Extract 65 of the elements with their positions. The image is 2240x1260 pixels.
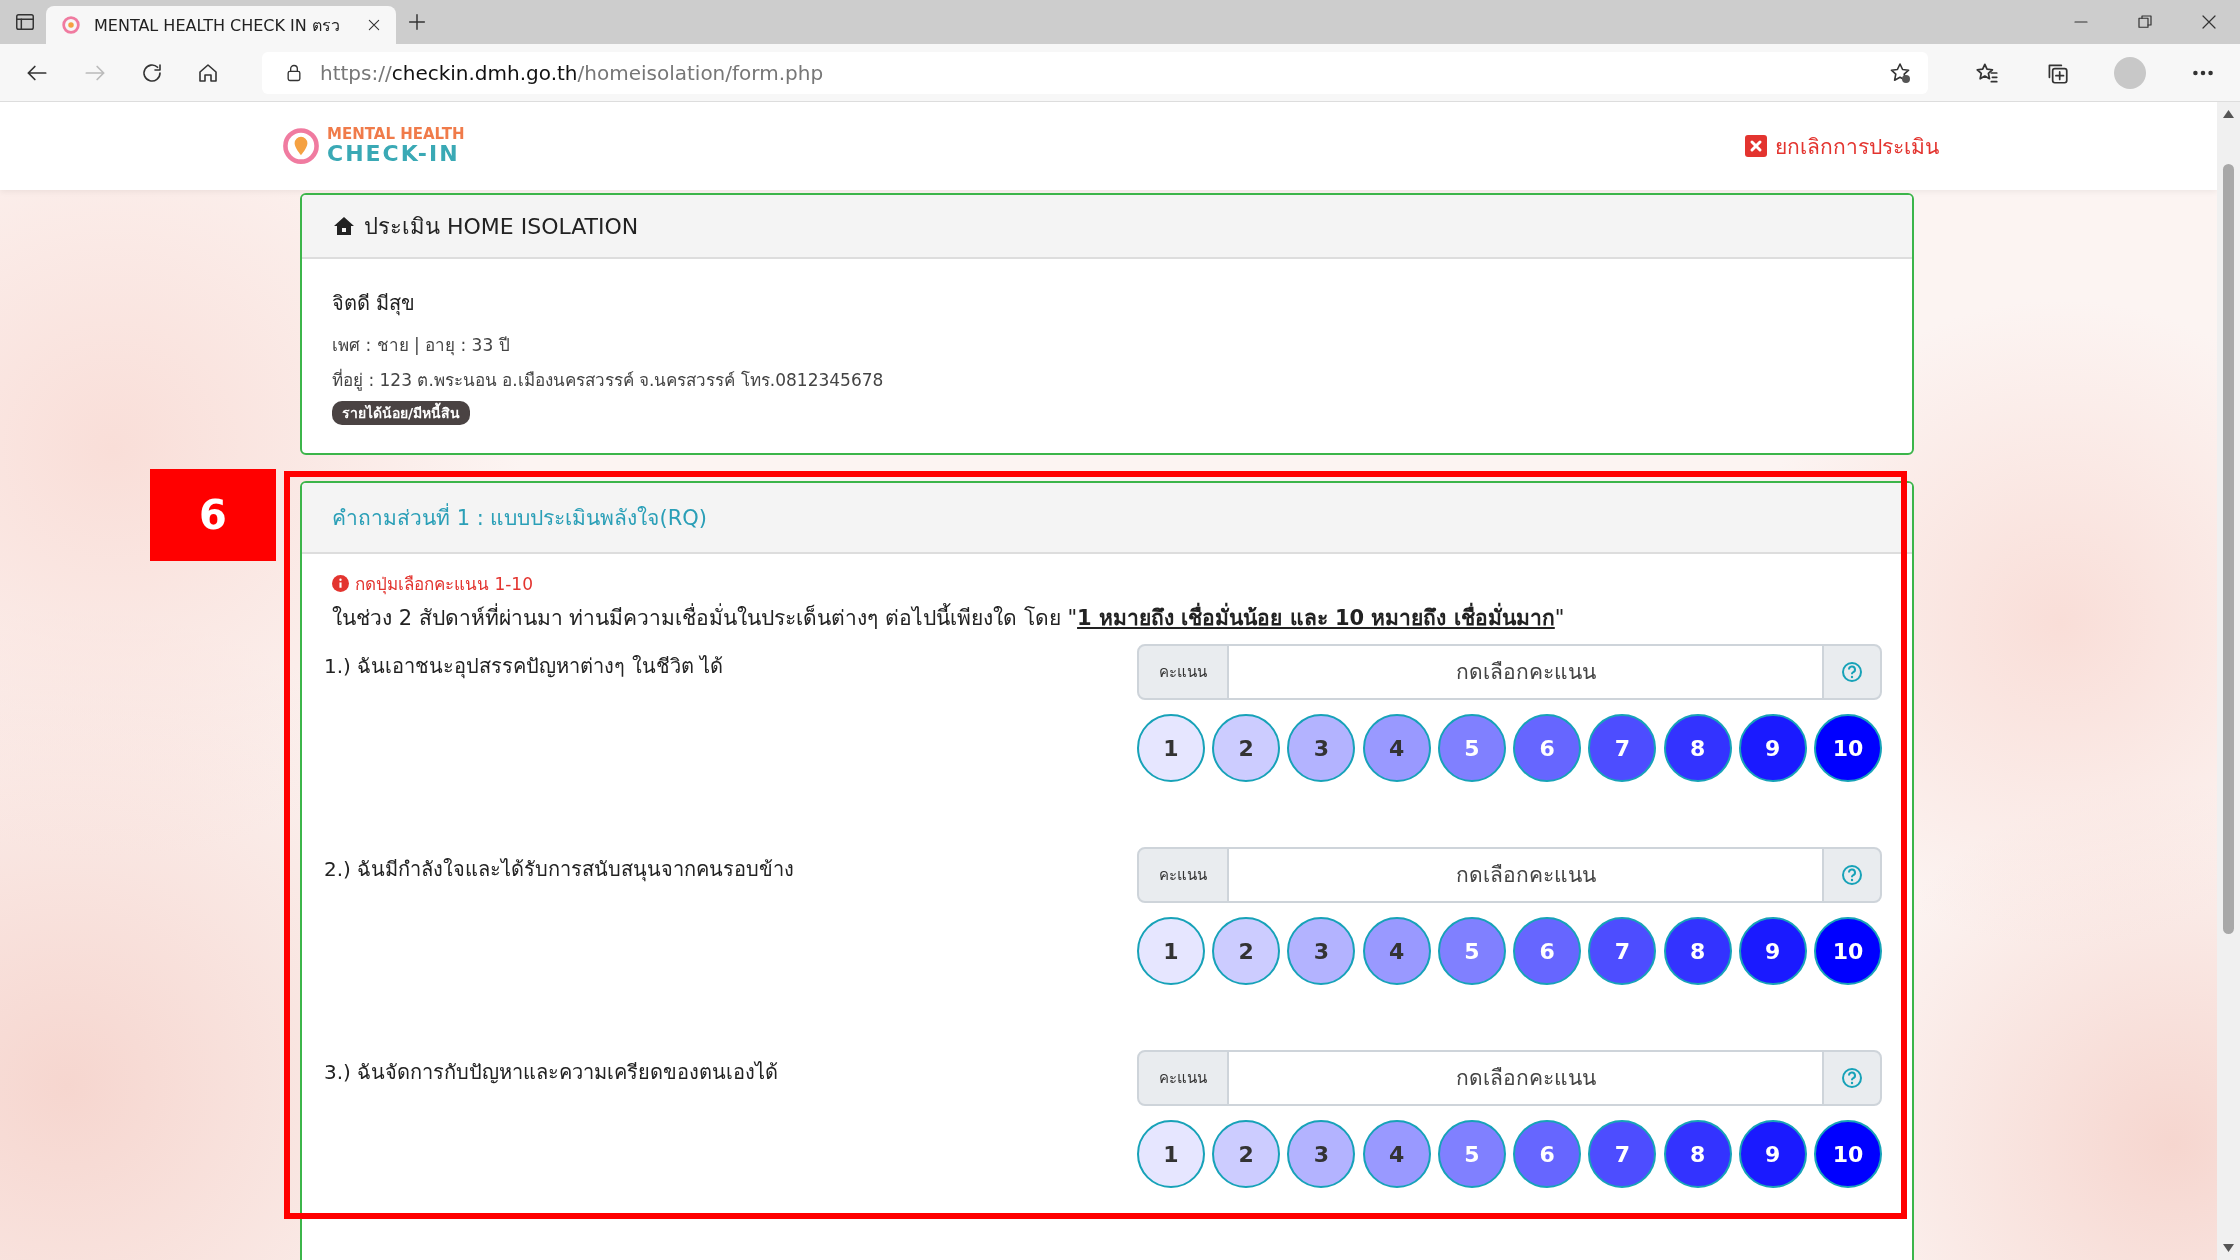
close-icon[interactable] — [2200, 13, 2218, 31]
patient-address: ที่อยู่ : 123 ต.พระนอน อ.เมืองนครสวรรค์ จ.นครสวรรค์ โทร.0812345678 — [332, 367, 885, 393]
score-option[interactable]: 6 — [1513, 917, 1582, 985]
help-icon[interactable] — [1841, 661, 1863, 683]
house-icon — [332, 214, 356, 238]
patient-details: เพศ : ชาย | อายุ : 33 ปี — [332, 334, 511, 358]
scroll-up-icon[interactable] — [2223, 110, 2234, 118]
patient-name: จิตดี มีสุข — [332, 290, 417, 318]
score-option[interactable]: 8 — [1663, 1120, 1732, 1188]
score-option[interactable]: 2 — [1212, 714, 1281, 782]
question-text: 3.) ฉันจัดการกับปัญหาและความเครียดของตนเองได้ — [324, 1059, 779, 1086]
status-tag: รายได้น้อย/มีหนี้สิน — [332, 401, 471, 425]
browser-tab[interactable]: MENTAL HEALTH CHECK IN ตรว — [46, 6, 396, 44]
score-option[interactable]: 4 — [1362, 1120, 1431, 1188]
score-option[interactable]: 6 — [1513, 1120, 1582, 1188]
score-option[interactable]: 7 — [1588, 917, 1657, 985]
restore-icon[interactable] — [2136, 13, 2154, 31]
tab-title: MENTAL HEALTH CHECK IN ตรว — [94, 14, 341, 37]
score-option[interactable]: 3 — [1287, 1120, 1356, 1188]
score-label: คะแนน — [1137, 1050, 1229, 1106]
info-icon — [332, 575, 349, 592]
score-option[interactable]: 9 — [1738, 917, 1807, 985]
hint-text: กดปุ่มเลือกคะแนน 1-10 — [355, 573, 533, 597]
score-option[interactable]: 1 — [1137, 1120, 1205, 1188]
score-input[interactable]: กดเลือกคะแนน — [1229, 644, 1822, 700]
section-title: คำถามส่วนที่ 1 : แบบประเมินพลังใจ(RQ) — [332, 501, 707, 534]
score-option[interactable]: 8 — [1663, 917, 1732, 985]
score-option[interactable]: 10 — [1813, 714, 1882, 782]
close-icon[interactable] — [366, 17, 382, 33]
instruction-text: ในช่วง 2 สัปดาห์ที่ผ่านมา ท่านมีความเชื่อมั่นในประเด็นต่างๆ ต่อไปนี้เพียงใด โดย "1 หมายถึง เชื่อมั่นน้อย และ 10 หมายถึง เชื่อมั่นมาก" — [324, 601, 1882, 634]
cancel-assessment-link[interactable]: ยกเลิกการประเมิน — [1745, 129, 1939, 163]
star-add-icon[interactable] — [1888, 60, 1912, 85]
score-input[interactable]: กดเลือกคะแนน — [1229, 1050, 1822, 1106]
score-label: คะแนน — [1137, 644, 1229, 700]
help-icon[interactable] — [1841, 1067, 1863, 1089]
score-option[interactable]: 2 — [1212, 917, 1281, 985]
score-option[interactable]: 7 — [1588, 714, 1657, 782]
help-icon[interactable] — [1841, 864, 1863, 886]
new-tab-icon[interactable] — [406, 11, 428, 33]
score-option[interactable]: 1 — [1137, 714, 1205, 782]
card-title: ประเมิน HOME ISOLATION — [364, 212, 639, 241]
score-option[interactable]: 10 — [1813, 1120, 1882, 1188]
scroll-down-icon[interactable] — [2223, 1244, 2234, 1252]
step-number-label: 6 — [150, 469, 276, 561]
score-option[interactable]: 2 — [1212, 1120, 1281, 1188]
close-box-icon — [1745, 135, 1767, 157]
score-option[interactable]: 6 — [1513, 714, 1582, 782]
score-option[interactable]: 4 — [1362, 917, 1431, 985]
score-option[interactable]: 7 — [1588, 1120, 1657, 1188]
sidebar-toggle-icon[interactable] — [14, 11, 36, 33]
scrollbar-thumb[interactable] — [2223, 164, 2234, 934]
question-text: 1.) ฉันเอาชนะอุปสรรคปัญหาต่างๆ ในชีวิต ได้ — [324, 653, 723, 681]
scrollbar[interactable] — [2217, 102, 2240, 1260]
score-option[interactable]: 10 — [1813, 917, 1882, 985]
score-option[interactable]: 8 — [1663, 714, 1732, 782]
score-input[interactable]: กดเลือกคะแนน — [1229, 847, 1822, 903]
question-text: 2.) ฉันมีกำลังใจและได้รับการสนับสนุนจากคนรอบข้าง — [324, 856, 795, 884]
score-label: คะแนน — [1137, 847, 1229, 903]
score-option[interactable]: 9 — [1738, 1120, 1807, 1188]
score-option[interactable]: 1 — [1137, 917, 1205, 985]
address-bar[interactable]: https://checkin.dmh.go.th/homeisolation/form.php — [262, 51, 1928, 94]
score-option[interactable]: 3 — [1287, 714, 1356, 782]
score-option[interactable]: 3 — [1287, 917, 1356, 985]
score-option[interactable]: 4 — [1362, 714, 1431, 782]
score-option[interactable]: 9 — [1738, 714, 1807, 782]
